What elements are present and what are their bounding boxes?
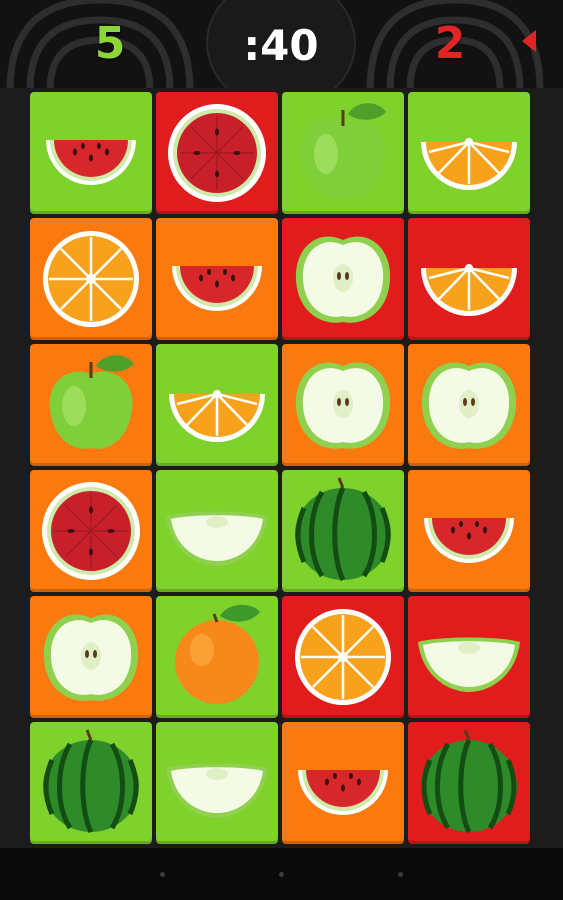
apple-half-icon: [295, 236, 391, 323]
watermelon-slice-icon: [172, 266, 262, 311]
game-header: 5 :40 2: [0, 0, 563, 88]
player-score: 5: [94, 18, 126, 69]
watermelon-round-icon: [168, 104, 266, 202]
nav-home-dot[interactable]: [279, 872, 284, 877]
orange-round-icon: [295, 609, 391, 705]
fruit-tile-watermelon-round[interactable]: [30, 470, 152, 592]
orange-slice-icon: [421, 264, 517, 316]
fruit-tile-orange-slice[interactable]: [156, 344, 278, 466]
apple-half-icon: [421, 362, 517, 449]
fruit-tile-whole-watermelon[interactable]: [408, 722, 530, 844]
fruit-grid: [30, 92, 532, 844]
whole-watermelon-icon: [295, 477, 391, 582]
apple-slice-icon: [166, 763, 268, 818]
system-nav-bar: [0, 848, 563, 900]
fruit-tile-whole-watermelon[interactable]: [30, 722, 152, 844]
fruit-tile-apple-half[interactable]: [282, 344, 404, 466]
fruit-tile-watermelon-slice[interactable]: [282, 722, 404, 844]
fruit-tile-watermelon-round[interactable]: [156, 92, 278, 214]
orange-slice-icon: [169, 390, 265, 442]
green-apple-icon: [49, 355, 134, 449]
fruit-tile-orange-round[interactable]: [282, 596, 404, 718]
whole-orange-icon: [175, 604, 260, 704]
fruit-tile-apple-half[interactable]: [408, 344, 530, 466]
fruit-tile-orange-slice[interactable]: [408, 218, 530, 340]
orange-round-icon: [43, 231, 139, 327]
fruit-tile-watermelon-slice[interactable]: [156, 218, 278, 340]
nav-recents-dot[interactable]: [398, 872, 403, 877]
menu-arrow-icon[interactable]: [522, 30, 536, 52]
whole-watermelon-icon: [43, 729, 139, 834]
fruit-tile-whole-orange[interactable]: [156, 596, 278, 718]
apple-slice-icon: [166, 511, 268, 566]
fruit-tile-watermelon-slice[interactable]: [408, 470, 530, 592]
countdown-timer: :40: [243, 21, 319, 70]
apple-half-icon: [295, 362, 391, 449]
watermelon-slice-icon: [46, 140, 136, 185]
fruit-tile-apple-slice[interactable]: [408, 596, 530, 718]
orange-slice-icon: [421, 138, 517, 190]
fruit-tile-apple-half[interactable]: [30, 596, 152, 718]
whole-watermelon-icon: [421, 729, 517, 834]
watermelon-slice-icon: [424, 518, 514, 563]
watermelon-slice-icon: [298, 770, 388, 815]
fruit-tile-whole-watermelon[interactable]: [282, 470, 404, 592]
fruit-tile-orange-round[interactable]: [30, 218, 152, 340]
fruit-tile-orange-slice[interactable]: [408, 92, 530, 214]
fruit-tile-green-apple[interactable]: [30, 344, 152, 466]
nav-back-dot[interactable]: [160, 872, 165, 877]
apple-slice-icon: [418, 637, 520, 692]
apple-half-icon: [43, 614, 139, 701]
fruit-tile-apple-half[interactable]: [282, 218, 404, 340]
fruit-tile-watermelon-slice[interactable]: [30, 92, 152, 214]
watermelon-round-icon: [42, 482, 140, 580]
fruit-tile-green-apple[interactable]: [282, 92, 404, 214]
fruit-tile-apple-slice[interactable]: [156, 470, 278, 592]
opponent-score: 2: [434, 18, 466, 69]
fruit-tile-apple-slice[interactable]: [156, 722, 278, 844]
green-apple-icon: [301, 103, 386, 197]
